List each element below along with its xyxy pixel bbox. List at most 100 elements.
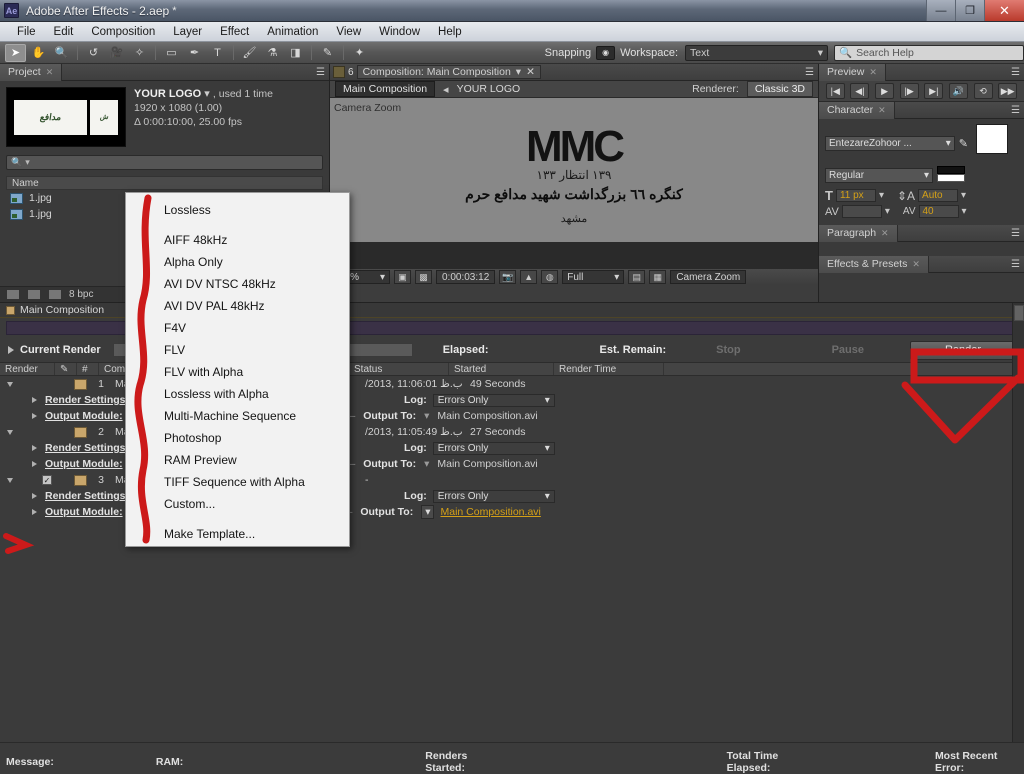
next-frame-button[interactable]: |▶ (899, 83, 919, 99)
tab-effects-presets[interactable]: Effects & Presets ✕ (819, 255, 929, 273)
maximize-button[interactable]: ❐ (955, 0, 984, 21)
disclosure-triangle-icon[interactable] (32, 493, 37, 499)
bit-depth-icon[interactable] (6, 289, 20, 300)
view-layout-icon[interactable]: ▤ (628, 270, 646, 284)
panel-menu-icon[interactable]: ☰ (1011, 259, 1020, 270)
disclosure-triangle-icon[interactable] (32, 461, 37, 467)
output-module-template-menu[interactable]: Lossless AIFF 48kHz Alpha Only AVI DV NT… (125, 192, 350, 547)
column-started[interactable]: Started (449, 363, 554, 375)
ram-preview-button[interactable]: ▶▶ (998, 83, 1018, 99)
menu-edit[interactable]: Edit (45, 24, 83, 40)
panel-menu-icon[interactable]: ☰ (1011, 228, 1020, 239)
disclosure-triangle-icon[interactable] (7, 477, 13, 483)
menu-effect[interactable]: Effect (211, 24, 258, 40)
column-hash[interactable]: # (77, 363, 99, 375)
chevron-down-icon[interactable]: ▾ (516, 66, 521, 78)
close-icon[interactable]: ✕ (526, 66, 535, 78)
menu-item-multi-machine-sequence[interactable]: Multi-Machine Sequence (126, 405, 349, 427)
previous-frame-button[interactable]: ◀| (850, 83, 870, 99)
disclosure-triangle-icon[interactable] (32, 397, 37, 403)
tab-preview[interactable]: Preview ✕ (819, 63, 886, 81)
menu-item-lossless-with-alpha[interactable]: Lossless with Alpha (126, 383, 349, 405)
snapshot-icon[interactable]: 📷 (499, 270, 517, 284)
first-frame-button[interactable]: |◀ (825, 83, 845, 99)
tab-paragraph[interactable]: Paragraph ✕ (819, 224, 898, 242)
renderer-button[interactable]: Classic 3D (746, 81, 813, 97)
output-to-value[interactable]: Main Composition.avi (437, 410, 537, 422)
bit-depth-label[interactable]: 8 bpc (69, 289, 93, 300)
column-render[interactable]: Render (0, 363, 55, 375)
font-style-select[interactable]: Regular ▾ (825, 167, 933, 183)
menu-window[interactable]: Window (370, 24, 429, 40)
pause-button[interactable]: Pause (832, 344, 864, 356)
composition-viewer[interactable]: Camera Zoom MMC ١٣٩ انتظار ١٣٣ کنگره ٦٦ … (330, 98, 818, 268)
menu-item-avi-dv-ntsc[interactable]: AVI DV NTSC 48kHz (126, 273, 349, 295)
chevron-down-icon[interactable]: ▾ (879, 190, 884, 201)
close-icon[interactable]: ✕ (881, 228, 889, 239)
audio-toggle-button[interactable]: 🔊 (948, 83, 968, 99)
menu-item-photoshop[interactable]: Photoshop (126, 427, 349, 449)
menu-item-aiff-48khz[interactable]: AIFF 48kHz (126, 229, 349, 251)
panel-menu-icon[interactable]: ☰ (805, 67, 814, 78)
leading-field[interactable]: Auto (918, 189, 959, 202)
menu-animation[interactable]: Animation (258, 24, 327, 40)
render-queue-scrollbar[interactable] (1012, 303, 1024, 743)
fill-color-swatch[interactable] (976, 124, 1008, 154)
hand-tool-icon[interactable]: ✋ (28, 44, 49, 62)
chevron-down-icon[interactable]: ▾ (885, 206, 890, 217)
workspace-select[interactable]: Text ▾ (685, 44, 828, 61)
breadcrumb-linked-comp[interactable]: YOUR LOGO (457, 83, 521, 95)
menu-file[interactable]: File (8, 24, 45, 40)
disclosure-triangle-icon[interactable] (32, 445, 37, 451)
tracking-field[interactable]: 40 (918, 205, 959, 218)
close-icon[interactable]: ✕ (46, 67, 54, 78)
menu-view[interactable]: View (327, 24, 370, 40)
scrollbar-thumb[interactable] (1014, 305, 1024, 321)
render-button[interactable]: Render (910, 340, 1016, 360)
menu-item-ram-preview[interactable]: RAM Preview (126, 449, 349, 471)
search-help-input[interactable]: 🔍 Search Help (834, 44, 1024, 61)
transparency-grid-icon[interactable]: ▩ (415, 270, 432, 284)
log-select[interactable]: Errors Only ▾ (432, 489, 555, 503)
clone-stamp-tool-icon[interactable]: ⚗ (262, 44, 283, 62)
menu-layer[interactable]: Layer (164, 24, 211, 40)
render-checkbox[interactable]: ✓ (42, 475, 52, 485)
roto-brush-tool-icon[interactable]: ✎ (317, 44, 338, 62)
disclosure-triangle-icon[interactable] (7, 381, 13, 387)
zoom-tool-icon[interactable]: 🔍 (51, 44, 72, 62)
lock-icon[interactable] (333, 66, 345, 78)
menu-item-lossless[interactable]: Lossless (126, 199, 349, 221)
disclosure-triangle-icon[interactable] (8, 346, 14, 354)
disclosure-triangle-icon[interactable] (32, 413, 37, 419)
menu-help[interactable]: Help (429, 24, 471, 40)
disclosure-triangle-icon[interactable] (32, 509, 37, 515)
eraser-tool-icon[interactable]: ◨ (285, 44, 306, 62)
chevron-down-icon[interactable]: ▾ (424, 458, 429, 470)
new-folder-icon[interactable] (27, 289, 41, 300)
menu-item-f4v[interactable]: F4V (126, 317, 349, 339)
resolution-select[interactable]: Full ▾ (562, 270, 625, 284)
stop-button[interactable]: Stop (716, 344, 740, 356)
panel-menu-icon[interactable]: ☰ (316, 67, 325, 78)
channel-icon[interactable]: ◍ (541, 270, 559, 284)
font-size-field[interactable]: 11 px (835, 189, 876, 202)
log-select[interactable]: Errors Only ▾ (432, 393, 555, 407)
panel-menu-icon[interactable]: ☰ (1011, 67, 1020, 78)
menu-item-avi-dv-pal[interactable]: AVI DV PAL 48kHz (126, 295, 349, 317)
breadcrumb-active-comp[interactable]: Main Composition (335, 81, 436, 97)
pen-tool-icon[interactable]: ✒ (184, 44, 205, 62)
selection-tool-icon[interactable]: ➤ (5, 43, 26, 62)
chevron-down-icon[interactable]: ▾ (421, 505, 435, 519)
menu-item-custom[interactable]: Custom... (126, 493, 349, 515)
new-comp-icon[interactable] (48, 289, 62, 300)
column-render-time[interactable]: Render Time (554, 363, 664, 375)
snapping-label[interactable]: Snapping (545, 47, 592, 59)
project-search-input[interactable]: 🔍 ▾ (6, 155, 323, 170)
menu-item-make-template[interactable]: Make Template... (126, 523, 349, 545)
toggle-mask-icon[interactable]: ▦ (649, 270, 667, 284)
camera-view-select[interactable]: Camera Zoom (670, 270, 747, 284)
panel-menu-icon[interactable]: ☰ (1011, 105, 1020, 116)
camera-tool-icon[interactable]: 🎥 (106, 44, 127, 62)
menu-item-tiff-sequence-with-alpha[interactable]: TIFF Sequence with Alpha (126, 471, 349, 493)
close-icon[interactable]: ✕ (878, 105, 886, 116)
